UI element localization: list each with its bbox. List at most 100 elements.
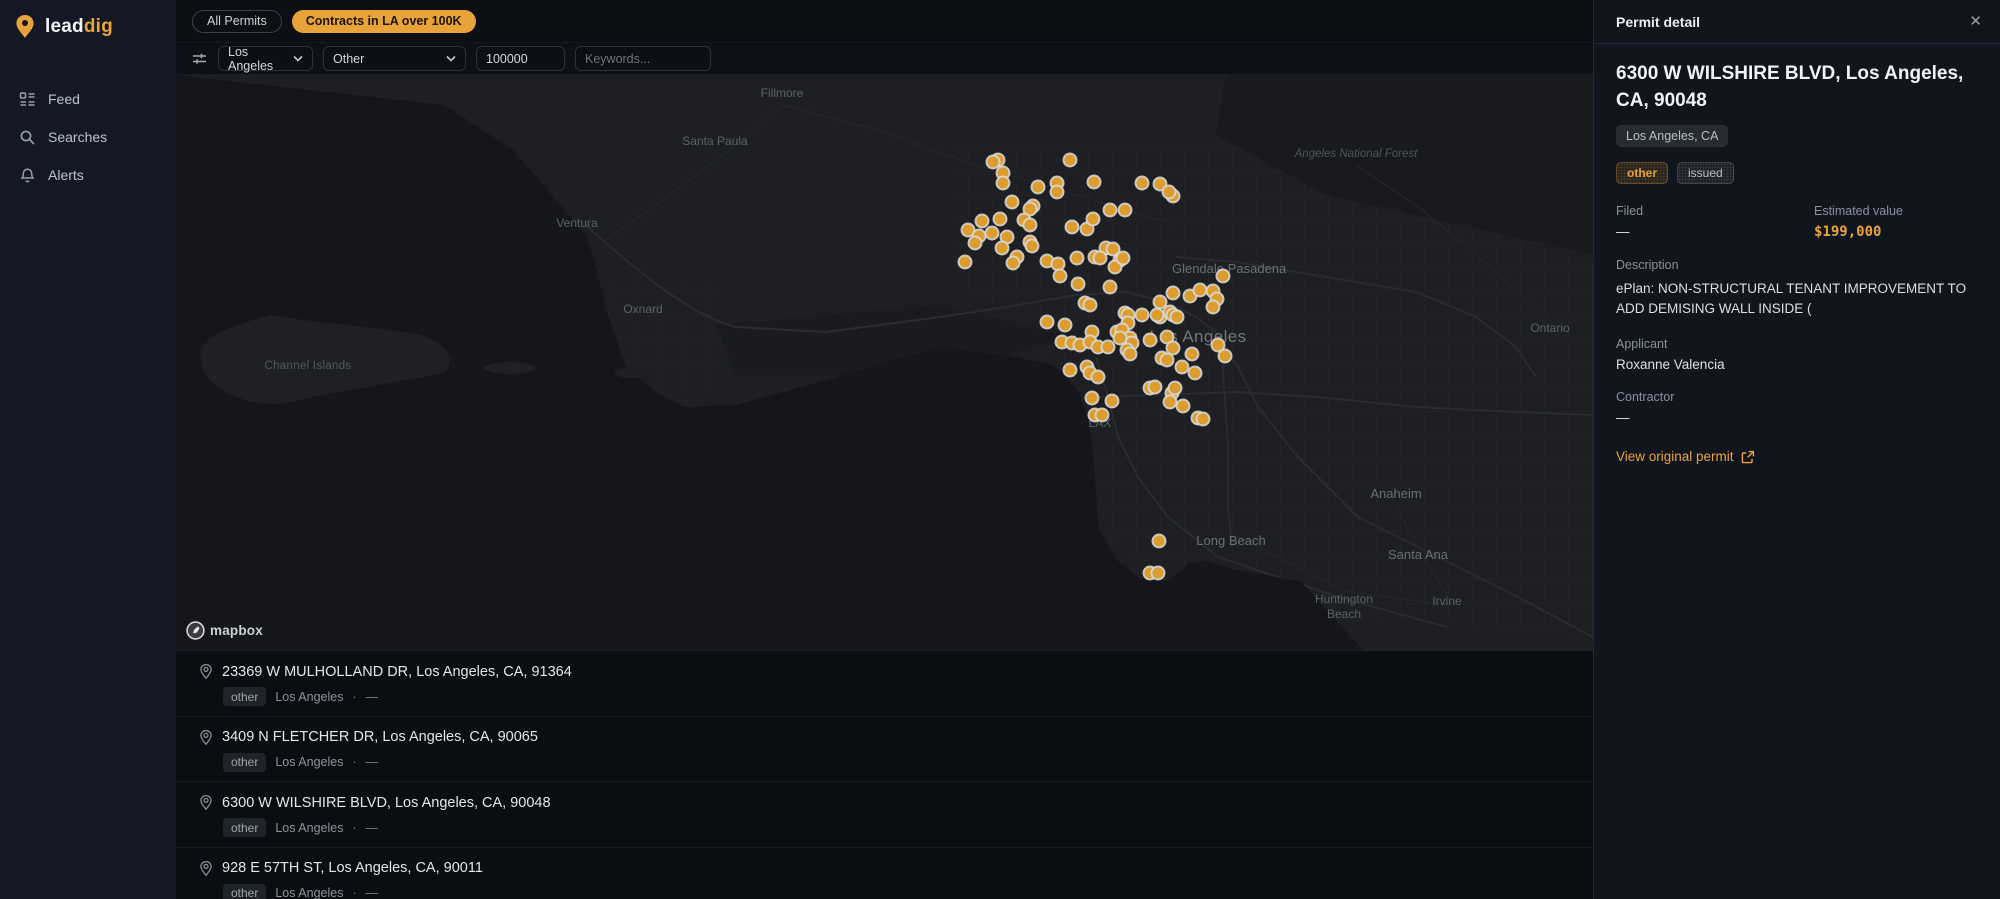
permit-marker[interactable] [1175, 398, 1191, 414]
permit-list-item[interactable]: 3409 N FLETCHER DR, Los Angeles, CA, 900… [176, 717, 1593, 783]
separator-dot: · [352, 755, 357, 770]
permit-marker[interactable] [1122, 346, 1138, 362]
permit-marker[interactable] [1165, 285, 1181, 301]
permit-marker[interactable] [1161, 184, 1177, 200]
permit-marker[interactable] [1205, 299, 1221, 315]
small-island [614, 368, 646, 378]
estimated-value: $199,000 [1814, 224, 1882, 240]
permit-marker[interactable] [1092, 250, 1108, 266]
permit-marker[interactable] [1165, 340, 1181, 356]
permit-marker[interactable] [1024, 238, 1040, 254]
permit-marker[interactable] [1022, 217, 1038, 233]
permit-marker[interactable] [1062, 362, 1078, 378]
permit-marker[interactable] [1192, 282, 1208, 298]
permit-marker[interactable] [1162, 394, 1178, 410]
min-value-input[interactable] [486, 51, 555, 66]
estimated-value-field: Estimated value $199,000 [1814, 204, 1978, 240]
permit-marker[interactable] [994, 240, 1010, 256]
permit-marker[interactable] [1004, 194, 1020, 210]
permit-value: — [365, 689, 379, 704]
permit-marker[interactable] [1152, 294, 1168, 310]
permit-marker[interactable] [1082, 297, 1098, 313]
permit-marker[interactable] [1102, 279, 1118, 295]
permit-marker[interactable] [974, 213, 990, 229]
category-select[interactable]: Other [323, 46, 466, 71]
permit-marker[interactable] [1184, 346, 1200, 362]
keywords-input[interactable] [585, 51, 701, 66]
permit-marker[interactable] [1112, 330, 1128, 346]
permit-marker[interactable] [1039, 314, 1055, 330]
permit-marker[interactable] [1084, 390, 1100, 406]
permit-marker[interactable] [1050, 256, 1066, 272]
map-canvas[interactable]: Fillmore Santa Paula Ventura Oxnard Channel … [176, 75, 1593, 650]
permit-marker[interactable] [992, 211, 1008, 227]
permit-marker[interactable] [984, 225, 1000, 241]
region-select[interactable]: Los Angeles [218, 45, 313, 73]
permit-marker[interactable] [1174, 359, 1190, 375]
permit-address: 6300 W WILSHIRE BLVD, Los Angeles, CA, 9… [222, 794, 551, 811]
permit-marker[interactable] [1215, 268, 1231, 284]
permit-marker[interactable] [1187, 365, 1203, 381]
brand-name: leaddig [45, 16, 113, 37]
permit-detail-panel: Permit detail ✕ 6300 W WILSHIRE BLVD, Lo… [1593, 0, 2000, 899]
permit-marker[interactable] [1069, 250, 1085, 266]
permit-marker[interactable] [1167, 380, 1183, 396]
permit-marker[interactable] [1064, 219, 1080, 235]
sidebar-nav: Feed Searches Alerts [0, 80, 176, 194]
permit-marker[interactable] [957, 254, 973, 270]
map-label: Beach [1327, 607, 1361, 621]
filter-sliders-icon[interactable] [191, 50, 208, 67]
permit-marker[interactable] [1049, 184, 1065, 200]
permit-marker[interactable] [985, 154, 1001, 170]
permit-marker[interactable] [1134, 175, 1150, 191]
permit-marker[interactable] [1102, 202, 1118, 218]
sidebar-item-feed[interactable]: Feed [0, 80, 176, 118]
sidebar-item-searches[interactable]: Searches [0, 118, 176, 156]
close-icon[interactable]: ✕ [1969, 14, 1982, 29]
separator-dot: · [352, 820, 357, 835]
sidebar-item-alerts[interactable]: Alerts [0, 156, 176, 194]
permit-marker[interactable] [1070, 276, 1086, 292]
permit-list-item[interactable]: 23369 W MULHOLLAND DR, Los Angeles, CA, … [176, 651, 1593, 717]
mapbox-attribution[interactable]: mapbox [186, 621, 263, 640]
permit-marker[interactable] [1147, 379, 1163, 395]
permit-marker[interactable] [1151, 533, 1167, 549]
permit-marker[interactable] [1115, 250, 1131, 266]
permit-list-item[interactable]: 928 E 57TH ST, Los Angeles, CA, 90011 ot… [176, 848, 1593, 899]
permit-marker[interactable] [1062, 152, 1078, 168]
permit-marker[interactable] [1217, 348, 1233, 364]
sidebar-item-label: Searches [48, 129, 108, 145]
permit-marker[interactable] [1134, 307, 1150, 323]
mapbox-wordmark: mapbox [210, 623, 263, 638]
permit-marker[interactable] [1085, 211, 1101, 227]
view-original-permit-link[interactable]: View original permit [1616, 449, 1978, 464]
permit-marker[interactable] [1030, 179, 1046, 195]
permit-marker[interactable] [1150, 565, 1166, 581]
sidebar: leaddig Feed Searches Alerts [0, 0, 176, 899]
tab-all-permits[interactable]: All Permits [192, 9, 282, 33]
permit-marker[interactable] [1052, 268, 1068, 284]
permit-marker[interactable] [1142, 332, 1158, 348]
permit-marker[interactable] [1117, 202, 1133, 218]
permit-marker[interactable] [995, 175, 1011, 191]
permit-marker[interactable] [1149, 307, 1165, 323]
permit-marker[interactable] [1090, 369, 1106, 385]
chevron-down-icon [293, 55, 303, 62]
permit-marker[interactable] [1169, 309, 1185, 325]
permit-marker[interactable] [967, 235, 983, 251]
permit-marker[interactable] [1057, 317, 1073, 333]
description-text: ePlan: NON-STRUCTURAL TENANT IMPROVEMENT… [1616, 281, 1967, 316]
tab-contracts-la-100k[interactable]: Contracts in LA over 100K [291, 9, 476, 33]
permit-marker[interactable] [1100, 339, 1116, 355]
map-label: Ontario [1530, 321, 1570, 335]
permit-marker[interactable] [1195, 411, 1211, 427]
permit-marker[interactable] [1005, 255, 1021, 271]
brand-logo[interactable]: leaddig [0, 0, 176, 40]
permit-result-list: 23369 W MULHOLLAND DR, Los Angeles, CA, … [176, 650, 1593, 899]
permit-marker[interactable] [1094, 407, 1110, 423]
permit-marker[interactable] [1086, 174, 1102, 190]
permit-marker[interactable] [1159, 352, 1175, 368]
small-island [484, 362, 536, 374]
permit-marker[interactable] [1104, 393, 1120, 409]
permit-list-item[interactable]: 6300 W WILSHIRE BLVD, Los Angeles, CA, 9… [176, 782, 1593, 848]
